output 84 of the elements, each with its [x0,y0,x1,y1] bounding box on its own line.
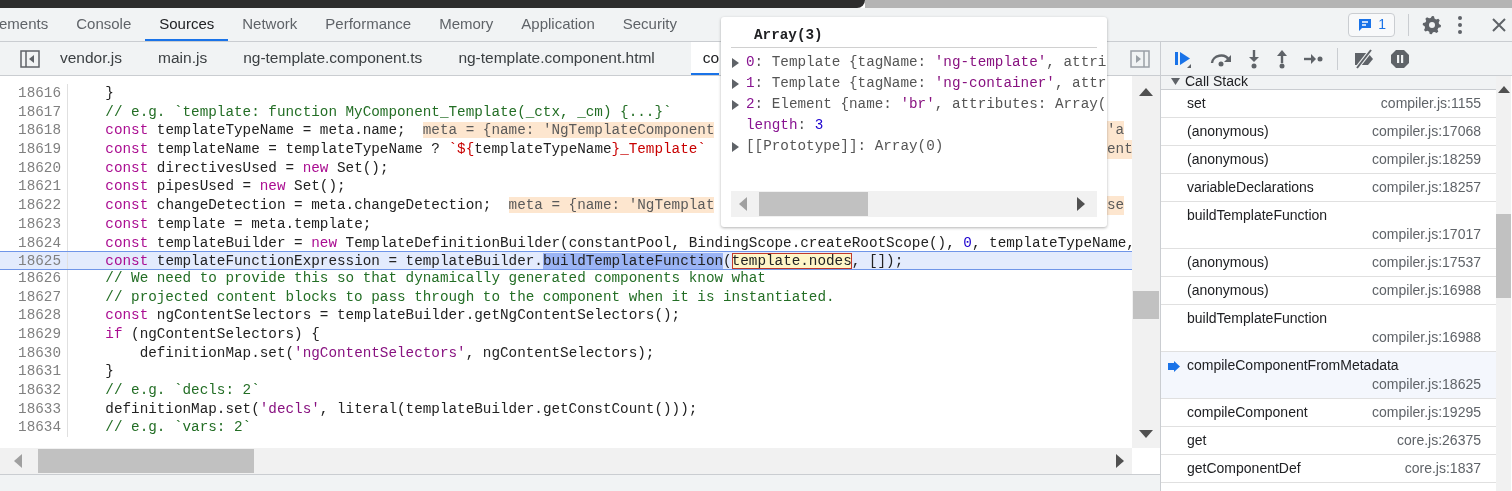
vertical-scrollbar[interactable] [1496,76,1511,491]
file-tab[interactable]: co [690,42,720,75]
sidebar-toggle-icon[interactable] [20,49,40,68]
property-row[interactable]: [[Prototype]]: Array(0) [732,136,944,158]
code-line: // e.g. `vars: 2` [104,418,252,438]
property-row[interactable]: 0: Template {tagName: 'ng-template', attri [732,52,1107,74]
line-number: 18632 [0,381,68,400]
inline-value: 'a [1107,121,1125,141]
panel-toggle-icon[interactable] [1130,49,1150,68]
settings-icon[interactable] [1422,14,1442,35]
horizontal-scrollbar[interactable] [731,191,1097,217]
code-line: } [104,362,114,381]
line-number: 18622 [0,196,68,215]
file-tab[interactable]: ng-template.component.ts [243,42,459,75]
step-into-icon[interactable] [1247,48,1261,69]
scroll-down-icon[interactable] [1139,430,1153,438]
panel-tab[interactable]: Console [62,8,146,41]
code-line: const templateBuilder = new TemplateDefinitionBuilder(constantPool, BindingScope.createRootScope(), 0, templateTypeName, [104,233,1132,253]
scrollbar-thumb[interactable] [1496,214,1511,298]
vertical-scrollbar[interactable] [1132,76,1160,448]
scrollbar-thumb[interactable] [38,449,254,473]
file-tab[interactable]: vendor.js [60,42,159,75]
scroll-up-icon[interactable] [1139,88,1153,96]
code-line: const directivesUsed = new Set(); [104,158,389,178]
issues-button[interactable]: 1 [1348,12,1395,37]
code-line: definitionMap.set('decls', literal(templateBuilder.getConstCount())); [104,399,698,419]
panel-tab[interactable]: ements [0,8,63,41]
panel-tab[interactable]: Performance [311,8,426,41]
more-icon[interactable] [1458,15,1462,34]
panel-tab[interactable]: Security [608,8,691,41]
pause-on-exceptions-icon[interactable] [1390,48,1410,69]
code-line: } [104,84,114,103]
property-row-text: length: 3 [745,116,824,136]
code-line: const changeDetection = meta.changeDetection; meta = {name: 'NgTemplat [104,196,715,215]
code-line: if (ngContentSelectors) { [104,324,320,344]
code-line: const templateName = templateTypeName ? `${templateTypeName}_Template` [104,140,706,159]
panel-tab[interactable]: Network [228,8,312,41]
chat-icon [1357,16,1374,33]
collapse-arrow-icon[interactable] [1171,77,1180,85]
panel-tab[interactable]: Memory [425,8,508,41]
code-line: const template = meta.template; [104,214,372,234]
line-number: 18625 [0,252,68,269]
file-tab[interactable]: ng-template.component.html [458,42,691,75]
expand-arrow-icon[interactable] [732,57,739,68]
line-number: 18629 [0,324,68,344]
inline-value: se [1107,196,1125,215]
expand-arrow-icon[interactable] [732,141,739,152]
deactivate-breakpoints-icon[interactable] [1352,48,1376,69]
line-number: 18623 [0,214,68,234]
expand-arrow-icon[interactable] [732,99,739,110]
step-icon[interactable] [1303,51,1323,66]
code-line: // e.g. `decls: 2` [104,381,260,400]
line-number: 18634 [0,418,68,438]
property-row[interactable]: 2: Element {name: 'br', attributes: Array( [732,94,1107,116]
horizontal-scrollbar[interactable] [0,448,1132,474]
scrollbar-thumb[interactable] [1133,291,1159,319]
expand-arrow-icon[interactable] [732,78,739,89]
scroll-right-icon[interactable] [1116,454,1124,468]
inline-value: ent [1107,140,1132,159]
code-line: const templateTypeName = meta.name; meta = {name: 'NgTemplateComponent [104,121,715,141]
line-number: 18619 [0,140,68,159]
step-out-icon[interactable] [1275,48,1289,69]
code-line: const pipesUsed = new Set(); [104,177,346,197]
scrollbar-thumb[interactable] [759,192,868,216]
popup-title: Array(3) [731,17,1097,49]
line-number: 18616 [0,84,68,103]
code-line: // e.g. `template: function MyComponent_Template(_ctx, _cm) {...}` [104,102,672,122]
current-frame-arrow-icon [1168,361,1180,372]
call-stack-header[interactable]: Call Stack [1161,76,1496,90]
code-line: const ngContentSelectors = templateBuilder.getNgContentSelectors(); [104,306,681,325]
scroll-up-icon[interactable] [1497,86,1510,93]
code-line: // We need to provide this so that dynamically generated components know what [104,268,766,288]
call-frame[interactable]: compileComponentFromMetadata compiler.js:18625 [1161,352,1496,399]
code-line: definitionMap.set('ngContentSelectors', ngContentSelectors); [138,343,655,363]
property-row[interactable]: 1: Template {tagName: 'ng-container', attr [732,73,1107,95]
code-line: const templateFunctionExpression = templateBuilder.buildTemplateFunction(template.nodes, []); [104,252,904,269]
line-number: 18626 [0,268,68,288]
section-title: Call Stack [1185,76,1249,91]
line-number: 18628 [0,306,68,325]
file-tab[interactable]: main.js [158,42,244,75]
panel-tab[interactable]: Application [507,8,609,41]
code-line: // projected content blocks to pass through to the component when it is instantiated. [104,287,835,307]
scroll-right-icon[interactable] [1077,197,1085,211]
close-icon[interactable] [1492,17,1506,32]
